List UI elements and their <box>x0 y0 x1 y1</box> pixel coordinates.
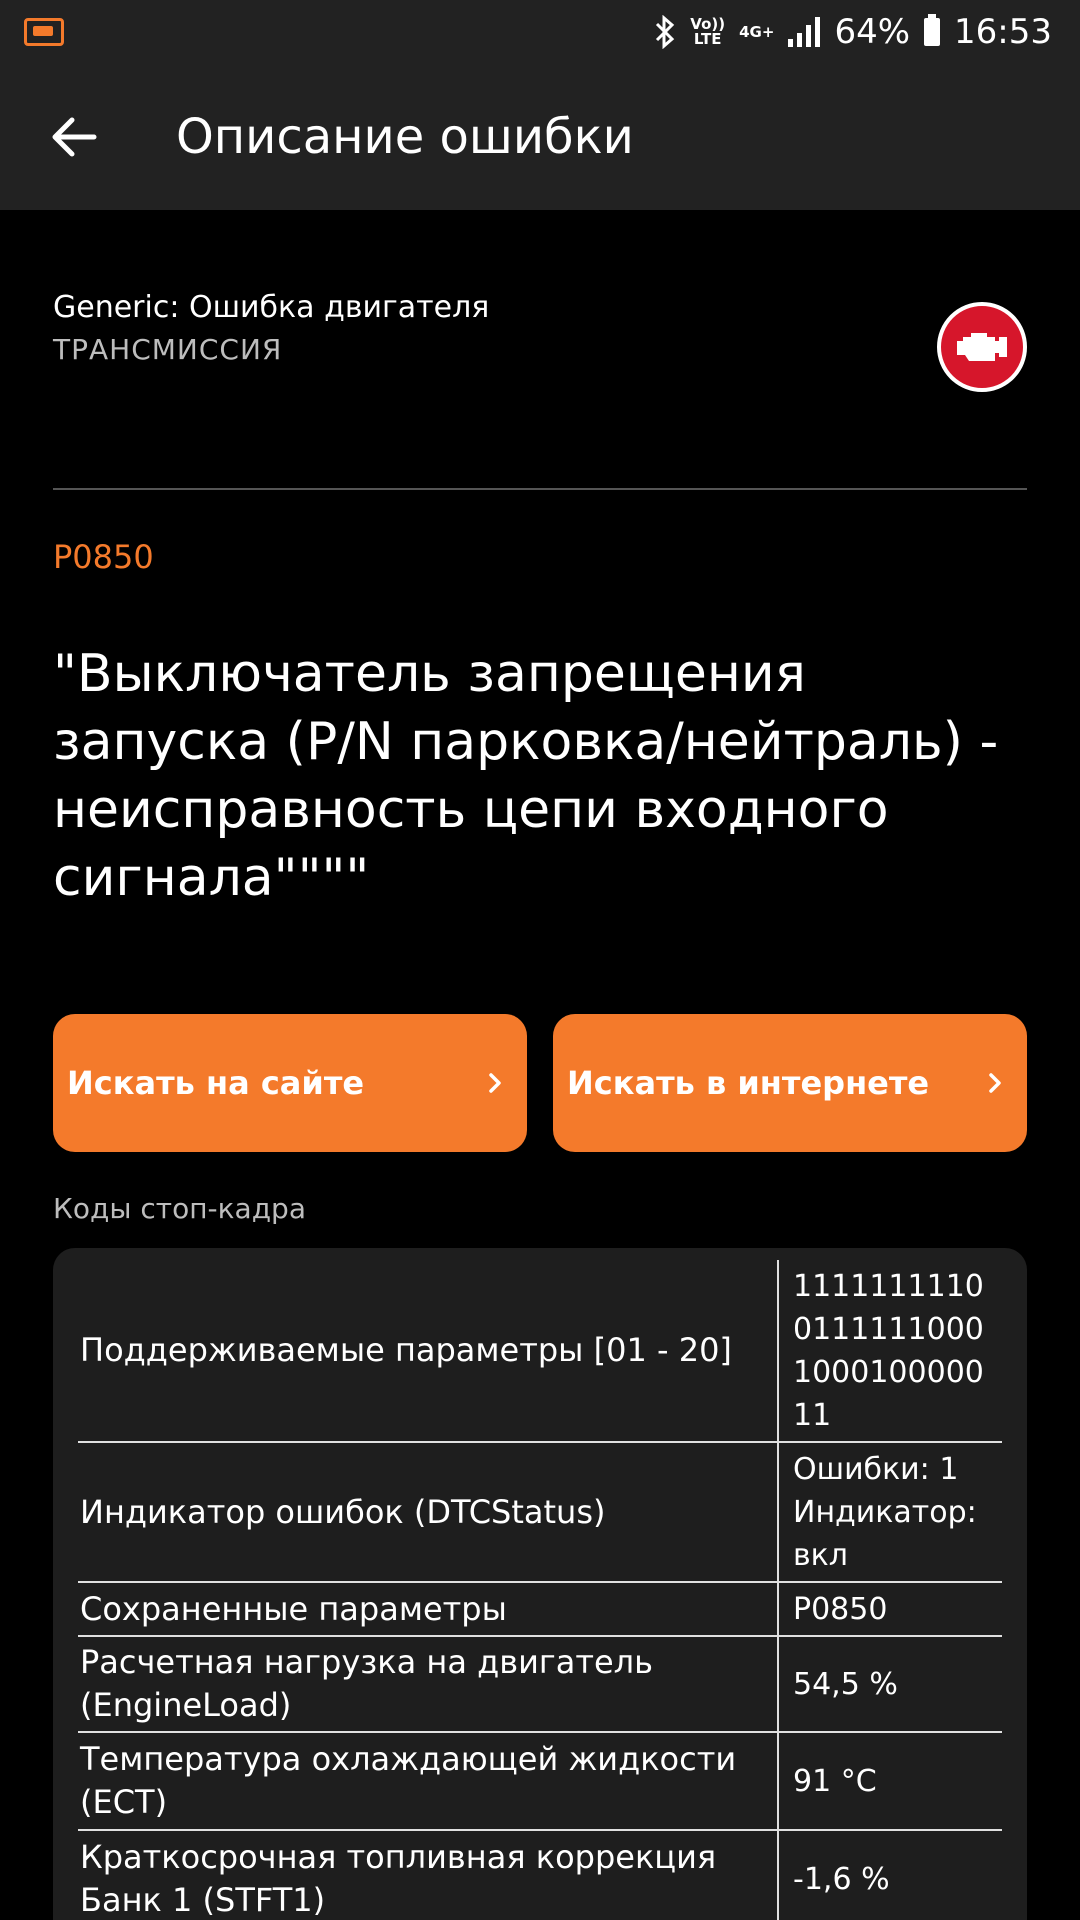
status-bar: Vo)) LTE 4G+ 64% 16:53 <box>0 0 1080 64</box>
param-name: Поддерживаемые параметры [01 - 20] <box>80 1331 732 1369</box>
table-row: Поддерживаемые параметры [01 - 20] 11111… <box>78 1260 1002 1442</box>
signal-icon <box>788 17 821 47</box>
search-web-label: Искать в интернете <box>567 1064 930 1102</box>
error-code: P0850 <box>53 538 154 576</box>
error-header: Generic: Ошибка двигателя ТРАНСМИССИЯ <box>53 290 1027 392</box>
param-value: Ошибки: 1 Индикатор: вкл <box>777 1442 1002 1582</box>
search-web-button[interactable]: Искать в интернете <box>553 1014 1027 1152</box>
param-name: Расчетная нагрузка на двигатель (EngineL… <box>80 1643 653 1724</box>
volte-indicator: Vo)) LTE <box>690 15 726 48</box>
battery-icon <box>924 14 941 46</box>
clock: 16:53 <box>954 12 1052 52</box>
param-name: Индикатор ошибок (DTCStatus) <box>80 1492 606 1531</box>
param-name: Сохраненные параметры <box>80 1589 507 1628</box>
param-value: 91 °C <box>777 1732 1002 1830</box>
freeze-frame-card: Поддерживаемые параметры [01 - 20] 11111… <box>53 1248 1027 1920</box>
battery-percent: 64% <box>834 12 911 52</box>
bluetooth-icon <box>656 15 675 49</box>
param-value: -1,6 % <box>777 1830 1002 1920</box>
divider <box>53 488 1027 490</box>
table-row: Сохраненные параметры P0850 <box>78 1582 1002 1636</box>
error-category: ТРАНСМИССИЯ <box>53 333 283 366</box>
param-value: 54,5 % <box>777 1636 1002 1732</box>
param-value: P0850 <box>777 1582 1002 1636</box>
freeze-frame-table: Поддерживаемые параметры [01 - 20] 11111… <box>78 1260 1002 1920</box>
search-site-label: Искать на сайте <box>67 1064 365 1102</box>
error-make: Generic: Ошибка двигателя <box>53 290 490 325</box>
chevron-right-icon <box>489 1073 501 1093</box>
data-type-indicator: 4G+ <box>739 22 775 41</box>
arrow-back-icon <box>52 117 97 157</box>
app-notification-icon <box>24 18 64 46</box>
error-description: "Выключатель запрещения запуска (P/N пар… <box>53 644 999 908</box>
param-name: Краткосрочная топливная коррекция Банк 1… <box>80 1838 717 1919</box>
table-row: Расчетная нагрузка на двигатель (EngineL… <box>78 1636 1002 1732</box>
search-site-button[interactable]: Искать на сайте <box>53 1014 527 1152</box>
check-engine-icon <box>937 302 1027 392</box>
chevron-right-icon <box>989 1073 1001 1093</box>
table-row: Краткосрочная топливная коррекция Банк 1… <box>78 1830 1002 1920</box>
param-name: Температура охлаждающей жидкости (ECT) <box>80 1740 737 1821</box>
param-value: 11111111100111111000100010000011 <box>777 1260 1002 1442</box>
page-title: Описание ошибки <box>176 109 634 165</box>
table-row: Индикатор ошибок (DTCStatus) Ошибки: 1 И… <box>78 1442 1002 1582</box>
back-button[interactable] <box>34 97 114 177</box>
app-bar: Описание ошибки <box>0 64 1080 210</box>
table-row: Температура охлаждающей жидкости (ECT) 9… <box>78 1732 1002 1830</box>
freeze-frame-title: Коды стоп-кадра <box>53 1192 306 1225</box>
